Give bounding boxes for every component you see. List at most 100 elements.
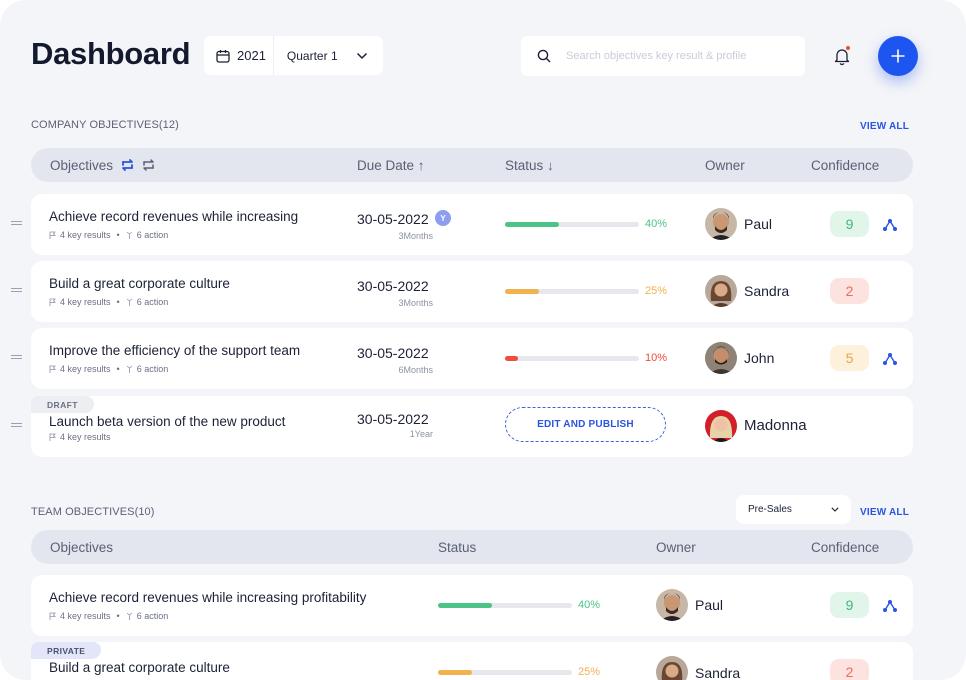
col-due-date[interactable]: Due Date ↑ — [357, 158, 425, 173]
duration: 1Year — [409, 429, 433, 439]
edit-and-publish-button[interactable]: EDIT AND PUBLISH — [505, 407, 666, 442]
avatar[interactable] — [705, 208, 737, 240]
action-icon — [126, 365, 132, 373]
company-view-all-link[interactable]: VIEW ALL — [860, 121, 909, 132]
col-status[interactable]: Status ↓ — [505, 158, 554, 173]
col-confidence[interactable]: Confidence — [811, 158, 879, 173]
avatar[interactable] — [705, 410, 737, 442]
due-date: 30-05-2022 — [357, 278, 429, 294]
team-filter-select[interactable]: Pre-Sales — [736, 495, 851, 524]
actions-count: 6 action — [136, 230, 169, 240]
key-results-count: 4 key results — [60, 364, 111, 374]
objective-title[interactable]: Build a great corporate culture — [49, 276, 230, 291]
draft-tag: DRAFT — [31, 396, 94, 413]
col-owner[interactable]: Owner — [705, 158, 745, 173]
col-objectives[interactable]: Objectives — [50, 158, 113, 173]
quarter-value[interactable]: Quarter 1 — [287, 49, 338, 63]
objective-title[interactable]: Build a great corporate culture — [49, 660, 230, 675]
objective-title[interactable]: Achieve record revenues while increasing… — [49, 590, 366, 605]
flag-icon — [49, 365, 56, 373]
key-results-count: 4 key results — [60, 432, 111, 442]
drag-handle-icon[interactable] — [11, 288, 22, 294]
owner-name: Paul — [744, 216, 773, 232]
alignment-icon[interactable] — [882, 599, 898, 613]
confidence-badge[interactable]: 2 — [830, 659, 869, 680]
confidence-badge[interactable]: 2 — [830, 278, 869, 304]
owner-name: Paul — [695, 597, 724, 613]
progress-percent: 40% — [578, 599, 601, 611]
avatar-paul-image — [705, 208, 737, 240]
due-date: 30-05-2022 — [357, 411, 429, 427]
page-title: Dashboard — [31, 36, 191, 71]
add-objective-button[interactable] — [878, 36, 918, 76]
key-results-count: 4 key results — [60, 611, 111, 621]
progress-fill — [505, 222, 559, 227]
flag-icon — [49, 231, 56, 239]
avatar[interactable] — [705, 275, 737, 307]
duration: 3Months — [398, 298, 433, 308]
confidence-badge[interactable]: 5 — [830, 345, 869, 371]
avatar-sandra-image — [705, 275, 737, 307]
alignment-icon[interactable] — [882, 218, 898, 232]
calendar-icon — [216, 49, 230, 63]
avatar-madonna-image — [705, 410, 737, 442]
chevron-down-icon[interactable] — [831, 507, 839, 512]
private-tag: PRIVATE — [31, 642, 102, 659]
plus-icon — [891, 49, 905, 63]
objective-row[interactable]: Build a great corporate culture 4 key re… — [31, 261, 913, 322]
flag-icon — [49, 298, 56, 306]
avatar[interactable] — [656, 589, 688, 621]
objective-row[interactable]: DRAFT Launch beta version of the new pro… — [31, 396, 913, 457]
sync-icon[interactable] — [141, 158, 156, 172]
progress-track — [438, 670, 572, 675]
avatar[interactable] — [705, 342, 737, 374]
alignment-icon[interactable] — [882, 352, 898, 366]
sync-active-icon[interactable] — [120, 158, 135, 172]
owner-name: Madonna — [744, 417, 807, 434]
objective-row[interactable]: Improve the efficiency of the support te… — [31, 328, 913, 389]
col-confidence[interactable]: Confidence — [811, 540, 879, 555]
yearly-badge: Y — [435, 210, 451, 226]
team-filter-value[interactable]: Pre-Sales — [748, 504, 792, 515]
progress-fill — [438, 603, 492, 608]
progress-percent: 10% — [645, 352, 668, 364]
progress-track — [505, 289, 639, 294]
company-objectives-title: COMPANY OBJECTIVES(12) — [31, 119, 179, 131]
progress-track — [505, 222, 639, 227]
progress-track — [505, 356, 639, 361]
owner-name: Sandra — [695, 665, 741, 680]
year-value[interactable]: 2021 — [237, 48, 266, 63]
search-input[interactable] — [566, 50, 786, 62]
confidence-badge[interactable]: 9 — [830, 592, 869, 618]
team-objectives-title: TEAM OBJECTIVES(10) — [31, 506, 155, 518]
progress-track — [438, 603, 572, 608]
team-view-all-link[interactable]: VIEW ALL — [860, 507, 909, 518]
progress-percent: 25% — [578, 666, 601, 678]
drag-handle-icon[interactable] — [11, 221, 22, 227]
col-status[interactable]: Status — [438, 540, 476, 555]
objective-title[interactable]: Improve the efficiency of the support te… — [49, 343, 300, 358]
confidence-badge[interactable]: 9 — [830, 211, 869, 237]
avatar-john-image — [705, 342, 737, 374]
period-selector[interactable]: 2021 Quarter 1 — [204, 36, 383, 75]
objective-row[interactable]: Achieve record revenues while increasing… — [31, 575, 913, 636]
actions-count: 6 action — [136, 297, 169, 307]
objective-meta: 4 key results — [49, 432, 111, 442]
objective-title[interactable]: Launch beta version of the new product — [49, 414, 285, 429]
chevron-down-icon[interactable] — [356, 52, 368, 60]
due-date: 30-05-2022 — [357, 211, 429, 227]
avatar[interactable] — [656, 656, 688, 680]
col-owner[interactable]: Owner — [656, 540, 696, 555]
drag-handle-icon[interactable] — [11, 355, 22, 361]
drag-handle-icon[interactable] — [11, 423, 22, 429]
notification-dot — [846, 46, 850, 50]
objective-row[interactable]: Achieve record revenues while increasing… — [31, 194, 913, 255]
objective-row[interactable]: PRIVATE Build a great corporate culture … — [31, 642, 913, 680]
objective-title[interactable]: Achieve record revenues while increasing — [49, 209, 298, 224]
duration: 6Months — [398, 365, 433, 375]
search-box[interactable] — [521, 36, 805, 76]
due-date: 30-05-2022 — [357, 345, 429, 361]
notification-button[interactable] — [832, 46, 852, 66]
col-objectives[interactable]: Objectives — [50, 540, 113, 555]
action-icon — [126, 298, 132, 306]
